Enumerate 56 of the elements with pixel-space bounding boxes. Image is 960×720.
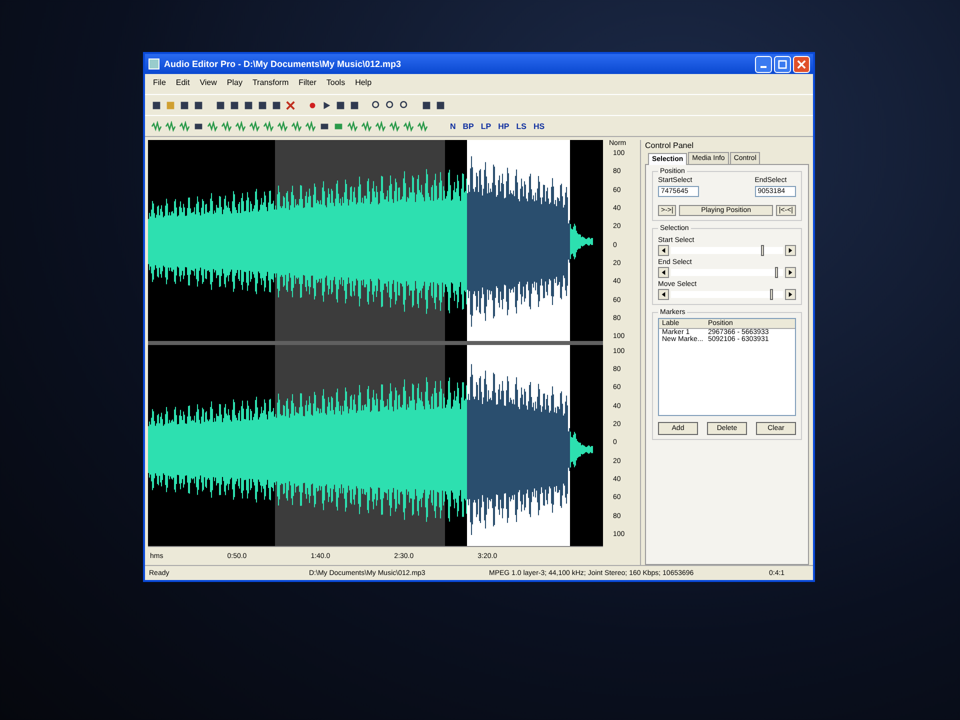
wave-icon[interactable] — [249, 120, 260, 132]
menu-item[interactable]: Tools — [326, 78, 346, 90]
wave-icon[interactable] — [263, 120, 274, 132]
wave-icon[interactable] — [403, 120, 414, 132]
panel-title: Control Panel — [645, 140, 694, 152]
maximize-icon — [778, 60, 787, 68]
play-icon[interactable] — [321, 100, 332, 110]
close-icon — [797, 60, 806, 68]
filter-button[interactable]: N — [448, 122, 458, 130]
slider-left-button[interactable] — [658, 245, 669, 256]
close-button[interactable] — [793, 56, 810, 72]
filter-button[interactable]: LS — [514, 122, 528, 130]
wave-icon[interactable] — [389, 120, 400, 132]
app-icon — [148, 58, 160, 70]
left-arrow-icon — [661, 248, 666, 253]
wave-icon[interactable] — [291, 120, 302, 132]
waveform-drawing[interactable] — [148, 140, 603, 546]
wave-icon[interactable] — [165, 120, 176, 132]
slider-left-button[interactable] — [658, 267, 669, 278]
wave-icon[interactable] — [361, 120, 372, 132]
filter-button[interactable]: LP — [478, 122, 494, 130]
window-title: Audio Editor Pro - D:\My Documents\My Music\012.mp3 — [164, 59, 402, 69]
slider-left-button[interactable] — [658, 289, 669, 300]
slider-right-button[interactable] — [785, 267, 796, 278]
slider-right-button[interactable] — [785, 245, 796, 256]
wave-icon[interactable] — [235, 120, 246, 132]
minimize-button[interactable] — [755, 56, 772, 72]
menu-item[interactable]: View — [200, 78, 217, 90]
menu-item[interactable]: Play — [226, 78, 242, 90]
wave-icon[interactable] — [347, 120, 358, 132]
left-arrow-icon — [661, 292, 666, 297]
right-arrow-icon — [788, 270, 793, 275]
slider-thumb[interactable] — [775, 267, 778, 278]
filter-button[interactable]: HS — [532, 122, 547, 130]
slider-thumb[interactable] — [770, 289, 773, 300]
menu-item[interactable]: Transform — [252, 78, 289, 90]
magnifier-icon[interactable] — [371, 100, 382, 110]
slider-right-button[interactable] — [785, 289, 796, 300]
wave-icon[interactable] — [375, 120, 386, 132]
minimize-icon — [760, 66, 767, 68]
filter-button[interactable]: BP — [460, 122, 476, 130]
menu-item[interactable]: Filter — [298, 78, 316, 90]
slider-thumb[interactable] — [760, 245, 764, 256]
right-arrow-icon — [788, 248, 793, 253]
left-arrow-icon — [661, 270, 666, 275]
wave-icon[interactable] — [417, 120, 428, 132]
maximize-button[interactable] — [774, 56, 791, 72]
menu-item[interactable]: Edit — [176, 78, 190, 90]
menu-item[interactable]: Help — [355, 78, 372, 90]
x-icon[interactable] — [285, 100, 296, 110]
wave-icon[interactable] — [151, 120, 162, 132]
right-arrow-icon — [788, 292, 793, 297]
filter-button[interactable]: HP — [496, 122, 512, 130]
wave-icon[interactable] — [277, 120, 288, 132]
wave-icon[interactable] — [221, 120, 232, 132]
menu-item[interactable]: File — [153, 78, 166, 90]
